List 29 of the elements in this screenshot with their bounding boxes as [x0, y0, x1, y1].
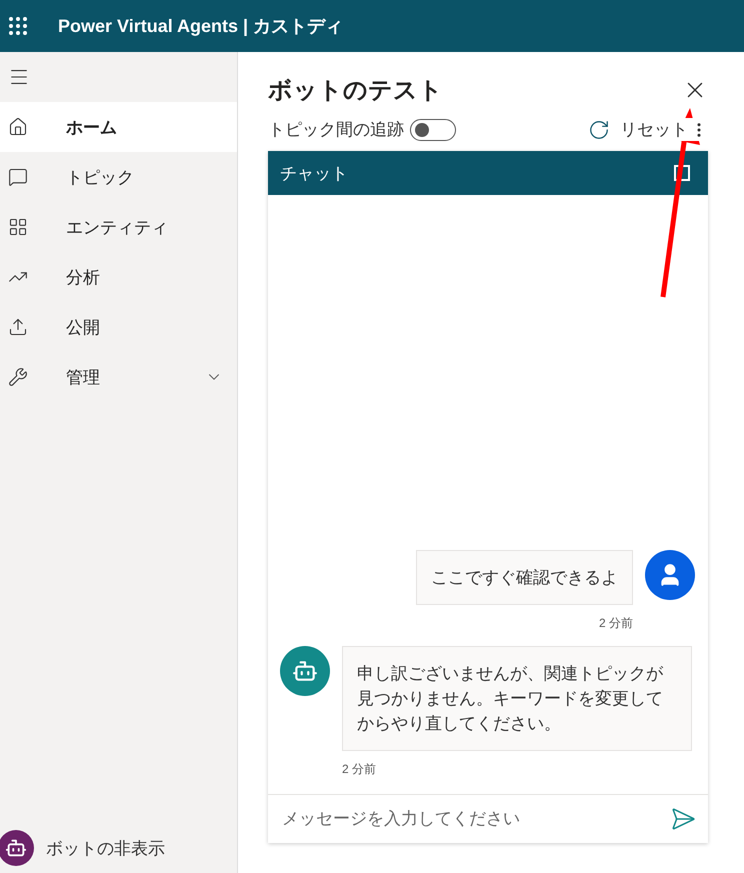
reset-button[interactable]: リセット [588, 118, 688, 141]
chat-icon [8, 167, 28, 187]
sidebar-item[interactable]: トピック [0, 152, 237, 202]
message-bubble: 申し訳ございませんが、関連トピックが見つかりません。キーワードを変更してからやり直してください。 [342, 646, 692, 751]
sidebar-item[interactable]: ホーム [0, 102, 237, 152]
message-time: 2 分前 [342, 761, 376, 778]
grid-icon [8, 217, 28, 237]
hide-bot-link[interactable]: ボットの非表示 [46, 836, 165, 860]
tracking-toggle[interactable] [410, 118, 456, 140]
wrench-icon [8, 367, 28, 387]
home-icon [8, 117, 28, 137]
sidebar-item[interactable]: 分析 [0, 252, 237, 302]
refresh-icon [588, 118, 610, 140]
sidebar-item[interactable]: 公開 [0, 302, 237, 352]
send-icon[interactable] [670, 806, 696, 832]
user-avatar [645, 550, 695, 600]
chat-title: チャット [280, 162, 348, 184]
frame-icon[interactable] [674, 165, 690, 181]
sidebar-item[interactable]: エンティティ [0, 202, 237, 252]
panel-title: ボットのテスト [268, 76, 443, 106]
app-title: Power Virtual Agents | カストディ [58, 15, 344, 38]
app-launcher-icon[interactable] [6, 14, 30, 38]
toggle-label: トピック間の追跡 [268, 119, 404, 141]
message-time: 2 分前 [598, 615, 633, 632]
message-bubble: ここですぐ確認できるよ [416, 550, 633, 605]
bot-avatar [280, 646, 330, 696]
bot-icon [0, 830, 34, 866]
sidebar-item[interactable]: 管理 [0, 352, 237, 402]
upload-icon [8, 317, 28, 337]
